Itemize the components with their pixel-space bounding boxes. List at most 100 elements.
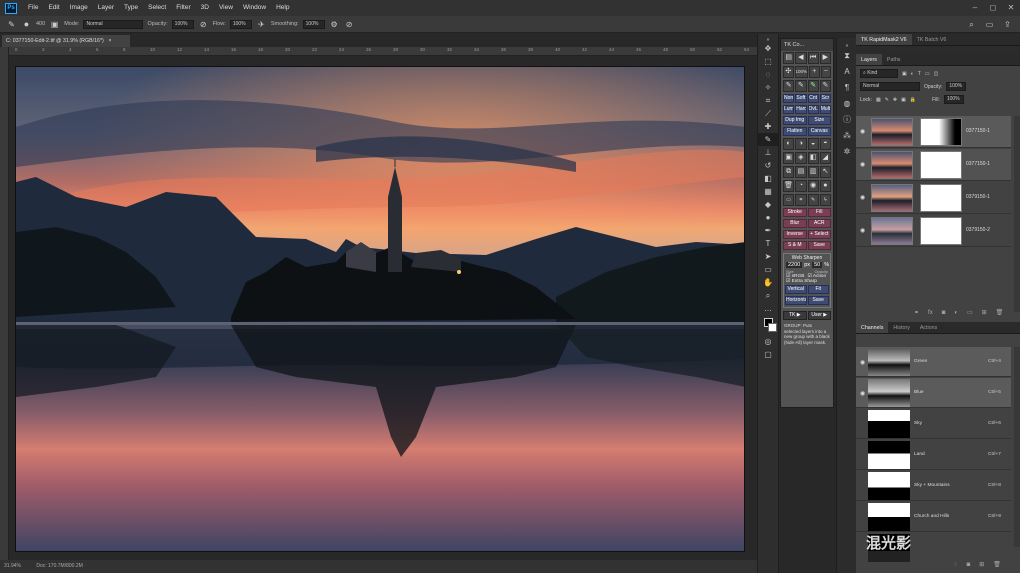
layer-mask-thumbnail[interactable] (920, 217, 962, 245)
stack-icon[interactable]: ◈ (795, 152, 807, 164)
link-layers-icon[interactable]: ⚭ (914, 308, 919, 318)
path-select-tool-icon[interactable]: ➤ (758, 250, 778, 263)
lock-all-icon[interactable]: 🔒 (910, 97, 916, 103)
skip-back-icon[interactable]: ⏮ (807, 52, 819, 64)
layers-scrollbar[interactable] (1014, 116, 1020, 312)
scr-button[interactable]: Scr (819, 94, 831, 103)
fit-button[interactable]: Fit (807, 285, 829, 294)
layer-row[interactable]: ◉ 0379150-1 (856, 182, 1011, 214)
eraser-tool-icon[interactable]: ◧ (758, 172, 778, 185)
screen-mode-icon[interactable]: ▢ (758, 348, 778, 361)
brushes-panel-icon[interactable]: ⁂ (837, 128, 857, 144)
menu-view[interactable]: View (214, 0, 238, 16)
lake-bled-sunset-photo[interactable] (15, 66, 745, 552)
stroke-button[interactable]: Stroke (783, 208, 807, 217)
add-icon[interactable]: + (809, 66, 820, 78)
close-tab-icon[interactable]: × (108, 38, 111, 44)
web-save-button[interactable]: Save (807, 296, 829, 305)
menu-file[interactable]: File (23, 0, 43, 16)
history-brush-icon[interactable]: ↺ (758, 159, 778, 172)
delete-layer-icon[interactable]: 🗑 (996, 308, 1004, 318)
adjustments-panel-icon[interactable]: ◍ (837, 96, 857, 112)
gradient-tool-icon[interactable]: ▦ (758, 185, 778, 198)
white-brush-icon[interactable]: ✎ (795, 80, 807, 92)
tab-tk-batch[interactable]: TK Batch V6 (912, 34, 952, 45)
collapse-arrows-icon[interactable]: » (758, 34, 778, 43)
menu-layer[interactable]: Layer (93, 0, 119, 16)
black-brush-icon[interactable]: ✎ (783, 80, 795, 92)
layer-opacity-field[interactable]: 100% (946, 82, 967, 91)
user-menu-button[interactable]: User ▶ (807, 311, 831, 320)
marquee-tool-icon[interactable]: ⬚ (758, 55, 778, 68)
workspace-icon[interactable]: ▭ (984, 19, 995, 30)
percent-input[interactable]: 50 (812, 262, 823, 268)
quick-select-tool-icon[interactable]: ✧ (758, 81, 778, 94)
menu-filter[interactable]: Filter (171, 0, 195, 16)
cnt-button[interactable]: Cnt (807, 94, 819, 103)
minimize-button[interactable]: – (966, 0, 984, 16)
visibility-eye-icon[interactable]: ◉ (860, 194, 865, 201)
pressure-size-icon[interactable]: ⊘ (344, 19, 355, 30)
channel-row[interactable]: ◉ Blue Ctrl+5 (856, 378, 1011, 408)
tab-layers[interactable]: Layers (856, 54, 882, 65)
lum-button[interactable]: Lum (783, 105, 795, 114)
crop-tool-icon[interactable]: ⌗ (758, 94, 778, 107)
tab-paths[interactable]: Paths (882, 54, 906, 65)
new-layer-icon[interactable]: ⊞ (982, 308, 987, 318)
mult-button[interactable]: Mult (819, 105, 831, 114)
flatten-button[interactable]: Flatten (783, 127, 807, 136)
kind-filter[interactable]: ⌕ Kind (860, 69, 898, 78)
move-tool-icon[interactable]: ✥ (758, 42, 778, 55)
menu-help[interactable]: Help (271, 0, 294, 16)
layer-row[interactable]: ◉ 0377150-1 (856, 116, 1011, 148)
flow-field[interactable]: 100% (229, 19, 252, 29)
channel-row[interactable]: Sky + Mountains Ctrl+8 (856, 471, 1011, 501)
merge-icon[interactable]: ◧ (807, 152, 819, 164)
character-panel-icon[interactable]: A (837, 64, 857, 80)
blur-icon[interactable]: ◓ (819, 138, 831, 150)
size-button[interactable]: Size (807, 116, 831, 125)
layer-name[interactable]: 0379150-1 (966, 194, 990, 200)
brush-preset-icon[interactable]: ● (21, 19, 32, 30)
menu-3d[interactable]: 3D (196, 0, 214, 16)
lock-transparency-icon[interactable]: ▦ (876, 97, 881, 103)
blur-tool-icon[interactable]: ◆ (758, 198, 778, 211)
pencil-icon[interactable]: ✎ (807, 194, 819, 206)
gray-brush-icon[interactable]: ✎ (819, 80, 831, 92)
tab-channels[interactable]: Channels (856, 322, 889, 333)
search-icon[interactable]: ⌕ (966, 19, 977, 30)
acr-button[interactable]: ACR (807, 219, 831, 228)
save-button[interactable]: Save (807, 241, 831, 250)
tab-actions[interactable]: Actions (915, 322, 942, 333)
green-brush-icon[interactable]: ✎ (807, 80, 819, 92)
close-window-button[interactable]: ✕ (1002, 0, 1020, 16)
save-selection-icon[interactable]: ◙ (967, 560, 971, 570)
channels-scrollbar[interactable] (1014, 347, 1020, 547)
add-mask-icon[interactable]: ◙ (942, 308, 946, 318)
norm-button[interactable]: Norm (783, 94, 795, 103)
properties-panel-icon[interactable]: ✲ (837, 144, 857, 160)
next-icon[interactable]: ▶ (819, 52, 831, 64)
layer-mask-thumbnail[interactable] (920, 151, 962, 179)
filter-shape-icon[interactable]: ▭ (925, 71, 930, 77)
hand-tool-icon[interactable]: ✋ (758, 276, 778, 289)
layer-name[interactable]: 0377150-1 (966, 128, 990, 134)
dock-collapse-icon[interactable]: « (837, 38, 857, 49)
color-swatches[interactable] (758, 315, 778, 335)
document-tab[interactable]: C: 0377150-Edit-2.tif @ 31.9% (RGB/16*) … (2, 35, 130, 47)
burn-icon[interactable]: ◑ (795, 138, 807, 150)
channel-row[interactable]: Land Ctrl+7 (856, 440, 1011, 470)
sponge-icon[interactable]: ◒ (807, 138, 819, 150)
s-and-m-button[interactable]: S & M (783, 241, 807, 250)
adjust-icon[interactable]: ◔ (795, 180, 807, 192)
canvas-button[interactable]: Canvas (807, 127, 831, 136)
menu-image[interactable]: Image (65, 0, 93, 16)
paragraph-panel-icon[interactable]: ¶ (837, 80, 857, 96)
inverse-button[interactable]: Inverse (783, 230, 807, 239)
menu-type[interactable]: Type (119, 0, 143, 16)
gear-icon[interactable]: ⚙ (329, 19, 340, 30)
healing-tool-icon[interactable]: ✚ (758, 120, 778, 133)
lock-pixels-icon[interactable]: ✎ (885, 97, 889, 103)
hard-button[interactable]: Hard (795, 105, 807, 114)
visibility-eye-icon[interactable]: ◉ (860, 359, 865, 366)
